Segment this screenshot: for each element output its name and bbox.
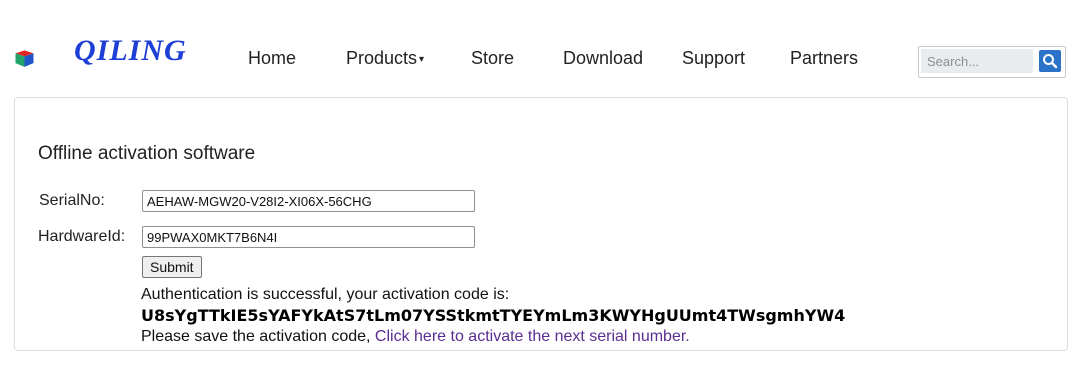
search-box bbox=[918, 46, 1066, 78]
submit-button[interactable]: Submit bbox=[142, 256, 202, 278]
search-input[interactable] bbox=[921, 49, 1033, 73]
nav-store[interactable]: Store bbox=[471, 48, 514, 69]
serial-input[interactable] bbox=[142, 190, 475, 212]
serial-label: SerialNo: bbox=[39, 192, 105, 209]
next-serial-link[interactable]: Click here to activate the next serial n… bbox=[375, 328, 690, 345]
search-icon bbox=[1043, 54, 1058, 69]
success-message: Authentication is successful, your activ… bbox=[141, 286, 510, 303]
page-title: Offline activation software bbox=[38, 143, 256, 164]
nav-products[interactable]: Products ▾ bbox=[346, 48, 424, 69]
site-header: QILING Home Products ▾ Store Download Sup… bbox=[0, 0, 1080, 96]
nav-support[interactable]: Support bbox=[682, 48, 745, 69]
save-message-text: Please save the activation code, bbox=[141, 328, 375, 345]
nav-products-label: Products bbox=[346, 48, 418, 68]
nav-download[interactable]: Download bbox=[563, 48, 643, 69]
hardware-id-label: HardwareId: bbox=[38, 228, 126, 245]
activation-code: U8sYgTTkIE5sYAFYkAtS7tLm07YSStkmtTYEYmLm… bbox=[141, 306, 846, 325]
nav-partners[interactable]: Partners bbox=[790, 48, 858, 69]
save-message: Please save the activation code, Click h… bbox=[141, 328, 690, 346]
nav-home[interactable]: Home bbox=[248, 48, 296, 69]
hardware-id-input[interactable] bbox=[142, 226, 475, 248]
cube-logo-icon bbox=[15, 50, 34, 67]
search-button[interactable] bbox=[1039, 50, 1061, 72]
logo-text: QILING bbox=[74, 34, 187, 67]
caret-down-icon: ▾ bbox=[419, 53, 425, 65]
